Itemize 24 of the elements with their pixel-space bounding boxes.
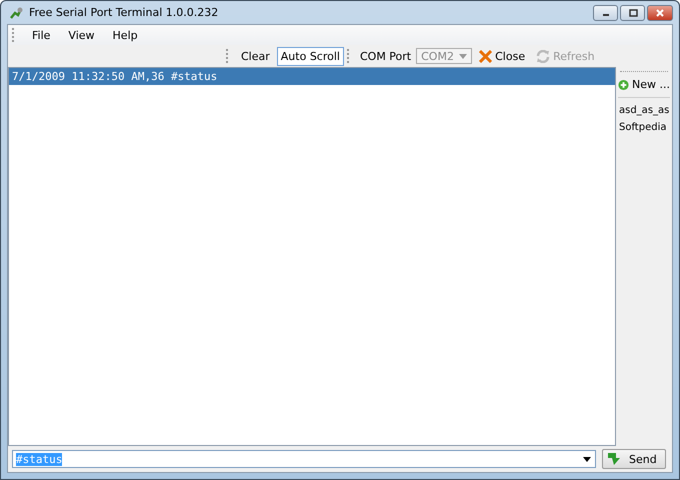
x-icon: [479, 50, 492, 62]
close-button[interactable]: [647, 4, 673, 20]
clear-button[interactable]: Clear: [237, 46, 274, 66]
close-port-button[interactable]: Close: [475, 46, 530, 66]
refresh-icon: [536, 50, 550, 62]
arrow-icon: [607, 452, 623, 466]
app-icon: [9, 6, 23, 20]
plus-icon: [618, 78, 630, 90]
menu-item[interactable]: Help: [106, 28, 144, 42]
com-port-label: COM Port: [358, 50, 412, 62]
menu-item[interactable]: View: [62, 28, 101, 42]
maximize-icon: [628, 8, 638, 16]
sidebar-item[interactable]: Softpedia: [618, 119, 670, 136]
maximize-button[interactable]: [620, 4, 645, 20]
sidebar-item[interactable]: asd_as_as: [618, 102, 670, 119]
window-title: Free Serial Port Terminal 1.0.0.232: [29, 6, 218, 19]
close-icon: [655, 8, 665, 16]
send-button[interactable]: Send: [602, 449, 666, 469]
dropdown-arrow-icon[interactable]: [583, 456, 591, 462]
minimize-button[interactable]: [593, 4, 618, 20]
menu-item[interactable]: File: [26, 28, 56, 42]
new-button[interactable]: New ...: [618, 76, 670, 93]
auto-scroll-button[interactable]: Auto Scroll: [276, 46, 344, 66]
dropdown-arrow-icon: [459, 54, 468, 58]
